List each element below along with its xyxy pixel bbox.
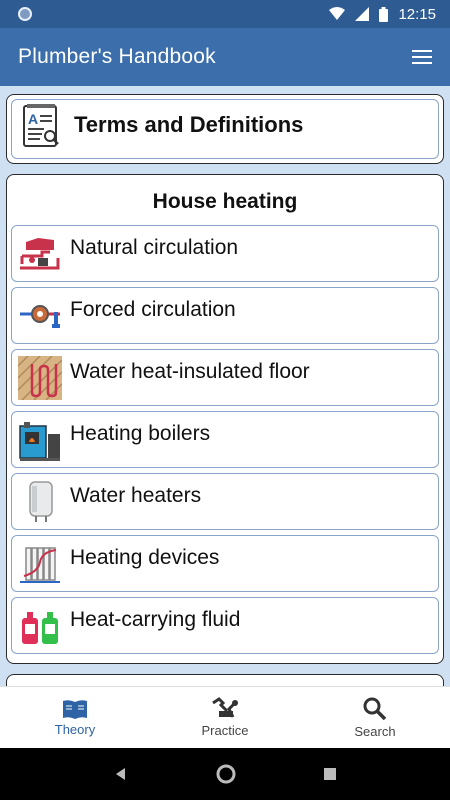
- status-bar: 12:15: [0, 0, 450, 28]
- list-item-water-heaters[interactable]: Water heaters: [11, 473, 439, 530]
- menu-icon-line: [412, 56, 432, 58]
- cellular-icon: [355, 7, 370, 21]
- fluid-bottles-icon: [18, 604, 62, 648]
- app-bar: Plumber's Handbook: [0, 28, 450, 86]
- nav-search[interactable]: Search: [300, 687, 450, 748]
- clock: 12:15: [398, 5, 436, 23]
- notification-icon: [18, 7, 32, 21]
- list-item-natural-circulation[interactable]: Natural circulation: [11, 225, 439, 282]
- home-icon[interactable]: [216, 764, 236, 784]
- natural-circulation-icon: [18, 232, 62, 276]
- bottom-navigation: Theory Practice Search: [0, 686, 450, 748]
- content-scroll[interactable]: A Terms and Definitions House heating Na…: [0, 86, 450, 686]
- nav-label: Search: [354, 724, 396, 739]
- menu-icon-line: [412, 50, 432, 52]
- system-navigation-bar: [0, 748, 450, 800]
- menu-button[interactable]: [404, 43, 432, 71]
- dictionary-icon: A: [20, 104, 64, 148]
- tools-icon: [212, 697, 239, 718]
- list-item-heating-devices[interactable]: Heating devices: [11, 535, 439, 592]
- water-heater-icon: [18, 480, 62, 524]
- item-label: Heat-carrying fluid: [70, 608, 241, 631]
- terms-title: Terms and Definitions: [74, 112, 304, 137]
- section-house-heating: House heating Natural circulation Forced…: [6, 174, 444, 664]
- pump-icon: [18, 294, 62, 338]
- battery-icon: [379, 6, 389, 22]
- app-title: Plumber's Handbook: [18, 45, 216, 68]
- back-icon[interactable]: [113, 766, 129, 782]
- nav-practice[interactable]: Practice: [150, 687, 300, 748]
- nav-theory[interactable]: Theory: [0, 687, 150, 748]
- item-label: Heating devices: [70, 546, 220, 569]
- search-icon: [363, 697, 387, 721]
- item-label: Water heaters: [70, 484, 202, 507]
- list-item-heat-carrying-fluid[interactable]: Heat-carrying fluid: [11, 597, 439, 654]
- floor-heating-icon: [18, 356, 62, 400]
- section-title: House heating: [152, 190, 298, 213]
- item-label: Forced circulation: [70, 298, 236, 321]
- radiator-icon: [18, 542, 62, 586]
- nav-label: Practice: [201, 723, 249, 738]
- nav-label: Theory: [54, 722, 96, 737]
- svg-text:A: A: [28, 111, 38, 127]
- item-label: Water heat-insulated floor: [70, 360, 310, 383]
- book-icon: [63, 700, 87, 719]
- item-label: Heating boilers: [70, 422, 211, 445]
- wifi-icon: [329, 7, 346, 20]
- boiler-icon: [18, 418, 62, 462]
- list-item-heat-insulated-floor[interactable]: Water heat-insulated floor: [11, 349, 439, 406]
- terms-card[interactable]: A Terms and Definitions: [6, 94, 444, 164]
- list-item-heating-boilers[interactable]: Heating boilers: [11, 411, 439, 468]
- list-item-forced-circulation[interactable]: Forced circulation: [11, 287, 439, 344]
- item-label: Natural circulation: [70, 236, 239, 259]
- menu-icon-line: [412, 62, 432, 64]
- recents-icon[interactable]: [323, 767, 337, 781]
